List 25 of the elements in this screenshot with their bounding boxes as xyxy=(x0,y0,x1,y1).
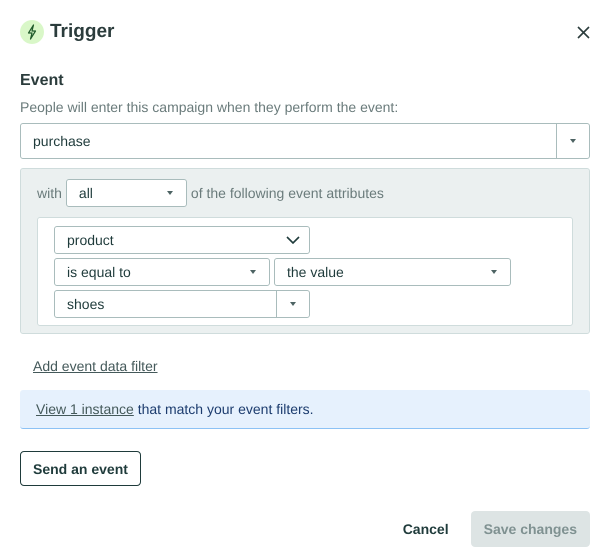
caret-icon xyxy=(491,270,497,274)
dropdown[interactable]: is equal to xyxy=(54,258,270,286)
lightning-icon xyxy=(20,20,44,44)
dialog-title: Trigger xyxy=(50,21,116,43)
section-heading: Event xyxy=(20,72,64,90)
close-button[interactable] xyxy=(575,24,592,40)
dropdown[interactable]: product xyxy=(54,226,310,254)
label: with xyxy=(37,185,62,201)
caret-icon xyxy=(166,191,173,195)
close-icon xyxy=(577,26,590,38)
cancel-button[interactable]: Cancel xyxy=(396,513,455,545)
dropdown[interactable]: the value xyxy=(274,258,511,286)
description: People will enter this campaign when they perform the event: xyxy=(20,99,398,115)
caret-icon xyxy=(570,139,576,143)
chevron-down-icon xyxy=(286,236,300,244)
add-filter-link[interactable]: Add event data filter xyxy=(33,358,158,374)
label: of the following event attributes xyxy=(190,185,384,201)
caret-icon xyxy=(250,270,256,274)
dropdown[interactable]: shoes xyxy=(54,290,310,318)
info-message: View 1 instance that match your event filters. xyxy=(20,390,590,429)
dropdown[interactable]: all xyxy=(66,179,187,207)
caret-icon xyxy=(290,302,296,306)
dropdown[interactable]: purchase xyxy=(20,123,590,159)
view-instance-link[interactable]: View 1 instance xyxy=(36,401,134,417)
send-event-button[interactable]: Send an event xyxy=(20,451,141,486)
